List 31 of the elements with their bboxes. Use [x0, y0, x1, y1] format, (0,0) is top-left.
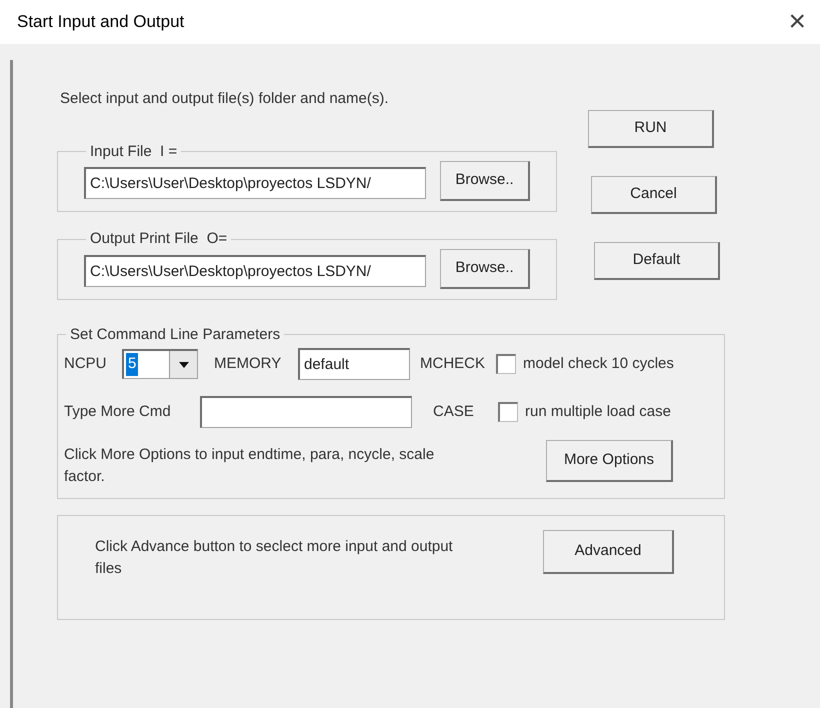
checkbox[interactable] [496, 354, 516, 374]
dialog-button[interactable]: Default [594, 242, 720, 280]
mcheck-option-label: model check 10 cycles [523, 354, 674, 374]
more-cmd-label: Type More Cmd [64, 402, 172, 422]
more-cmd-field[interactable] [200, 396, 412, 428]
ncpu-label: NCPU [64, 354, 108, 374]
memory-label: MEMORY [214, 354, 282, 374]
group-legend: Input File I = [86, 140, 182, 163]
advanced-hint: Click Advance button to seclect more input and output files [95, 537, 454, 579]
file-path-field[interactable]: C:\Users\User\Desktop\proyectos LSDYN/ [84, 167, 426, 199]
ncpu-value: 5 [126, 353, 138, 376]
ncpu-dropdown[interactable]: 5 [122, 349, 198, 379]
case-label: CASE [433, 402, 475, 422]
group-legend: Output Print File O= [86, 228, 232, 250]
dropdown-arrow-icon [178, 362, 188, 368]
case-option-label: run multiple load case [525, 402, 671, 422]
group-legend: Set Command Line Parameters [66, 324, 284, 346]
dialog-button[interactable]: RUN [588, 110, 714, 148]
browse-button[interactable]: Browse.. [440, 248, 530, 288]
more-options-hint: Click More Options to input endtime, para, ncycle, scale factor. [64, 445, 436, 487]
window-title: Start Input and Output [17, 11, 184, 34]
checkbox[interactable] [498, 402, 518, 422]
advanced-button[interactable]: Advanced [543, 530, 674, 574]
close-button[interactable]: × [780, 7, 814, 37]
mcheck-label: MCHECK [420, 354, 486, 374]
more-options-button[interactable]: More Options [546, 440, 673, 482]
dialog-button[interactable]: Cancel [591, 176, 717, 214]
browse-button[interactable]: Browse.. [440, 161, 530, 201]
instruction-text: Select input and output file(s) folder and name(s). [60, 89, 390, 109]
file-path-field[interactable]: C:\Users\User\Desktop\proyectos LSDYN/ [84, 254, 426, 286]
memory-field[interactable]: default [298, 348, 410, 380]
